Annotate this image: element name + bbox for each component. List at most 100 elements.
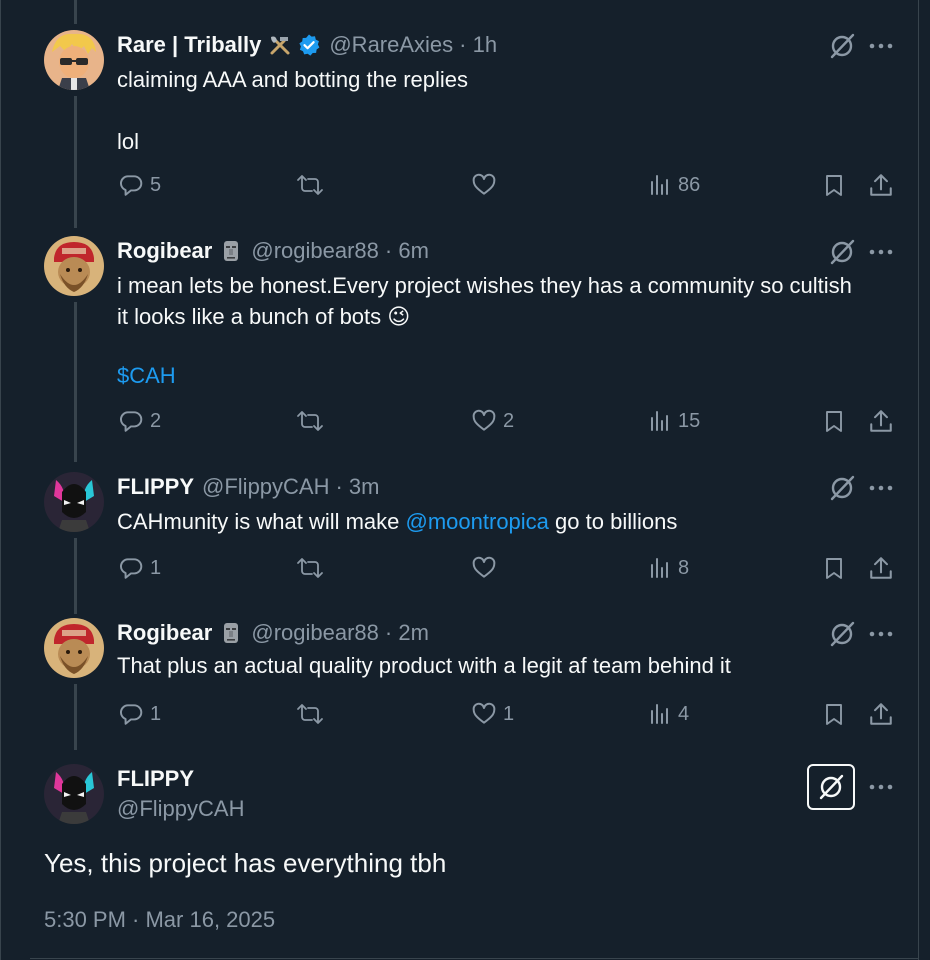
- share-icon: [870, 557, 892, 579]
- views-button[interactable]: 15: [648, 408, 700, 434]
- like-button[interactable]: [471, 172, 497, 198]
- views-icon: [651, 558, 668, 578]
- share-button[interactable]: [868, 555, 894, 581]
- avatar[interactable]: [44, 764, 104, 824]
- share-button[interactable]: [868, 701, 894, 727]
- share-button[interactable]: [868, 172, 894, 198]
- avatar[interactable]: [44, 472, 104, 532]
- retweet-button[interactable]: [296, 555, 324, 581]
- bookmark-button[interactable]: [822, 555, 846, 581]
- more-options-icon[interactable]: [868, 483, 894, 493]
- handle[interactable]: @RareAxies: [329, 32, 453, 58]
- heart-icon: [472, 702, 496, 724]
- heart-icon: [472, 173, 496, 195]
- reply-button[interactable]: 1: [118, 555, 161, 581]
- tweet-text: it looks like a bunch of bots: [117, 304, 382, 329]
- timestamp[interactable]: · 6m: [385, 238, 429, 264]
- retweet-icon: [297, 411, 323, 431]
- bookmark-icon: [826, 558, 842, 579]
- reply-button[interactable]: 1: [118, 701, 161, 727]
- views-icon: [651, 411, 668, 431]
- bookmark-button[interactable]: [822, 408, 846, 434]
- heart-icon: [472, 409, 496, 431]
- timestamp[interactable]: · 2m: [385, 620, 429, 646]
- more-options-icon[interactable]: [868, 247, 894, 257]
- tweet-text: i mean lets be honest.Every project wish…: [117, 273, 852, 298]
- reply-count: 2: [150, 409, 162, 432]
- moai-emoji-icon: [219, 621, 243, 645]
- thread-line: [74, 0, 77, 24]
- retweet-button[interactable]: [296, 408, 324, 434]
- display-name[interactable]: Rare | Tribally: [117, 32, 261, 58]
- verified-badge-icon: [297, 33, 321, 57]
- share-button[interactable]: [868, 408, 894, 434]
- more-options-icon[interactable]: [868, 782, 894, 792]
- reply-tweet[interactable]: FLIPPY @FlippyCAH · 3m CAHmunity is what…: [0, 472, 918, 604]
- reply-button[interactable]: 5: [118, 172, 161, 198]
- tweet-timestamp[interactable]: 5:30 PM · Mar 16, 2025: [44, 907, 275, 933]
- handle[interactable]: @rogibear88: [251, 238, 379, 264]
- handle[interactable]: @FlippyCAH: [117, 796, 244, 822]
- tweet-header: FLIPPY @FlippyCAH · 3m: [117, 472, 379, 502]
- retweet-button[interactable]: [296, 701, 324, 727]
- avatar[interactable]: [44, 30, 104, 90]
- reply-tweet[interactable]: Rogibear @rogibear88 · 6m i mean lets be…: [0, 236, 918, 456]
- like-button[interactable]: [471, 555, 497, 581]
- avatar[interactable]: [44, 618, 104, 678]
- views-count: 15: [678, 409, 701, 432]
- share-icon: [870, 174, 892, 196]
- reply-tweet[interactable]: Rogibear @rogibear88 · 2m That plus an a…: [0, 618, 918, 748]
- handle[interactable]: @FlippyCAH: [202, 474, 329, 500]
- display-name[interactable]: Rogibear: [117, 238, 212, 264]
- cashtag-link[interactable]: $CAH: [117, 360, 897, 391]
- moai-emoji-icon: [219, 239, 243, 263]
- grok-icon[interactable]: [828, 32, 856, 60]
- timestamp[interactable]: · 3m: [335, 474, 379, 500]
- views-button[interactable]: 86: [648, 172, 700, 198]
- divider: [30, 958, 918, 959]
- reply-icon: [119, 704, 143, 725]
- display-name[interactable]: FLIPPY: [117, 766, 194, 792]
- grok-icon[interactable]: [828, 474, 856, 502]
- retweet-icon: [297, 175, 323, 195]
- display-name[interactable]: FLIPPY: [117, 474, 194, 500]
- reply-icon: [119, 558, 143, 579]
- tweet-text: lol: [117, 129, 140, 154]
- like-button[interactable]: 1: [471, 701, 514, 727]
- wink-emoji: 😉: [387, 304, 411, 329]
- tweet-text: claiming AAA and botting the replies: [117, 67, 469, 92]
- bookmark-button[interactable]: [822, 172, 846, 198]
- like-count: 2: [503, 409, 515, 432]
- views-button[interactable]: 4: [648, 701, 689, 727]
- retweet-button[interactable]: [296, 172, 324, 198]
- like-count: 1: [503, 702, 515, 725]
- bookmark-icon: [826, 175, 842, 196]
- avatar[interactable]: [44, 236, 104, 296]
- share-icon: [870, 410, 892, 432]
- reply-count: 1: [150, 702, 162, 725]
- grok-button[interactable]: [807, 764, 855, 810]
- reply-tweet[interactable]: Rare | Tribally @RareAxies · 1h claiming…: [0, 30, 918, 220]
- heart-icon: [472, 556, 496, 578]
- reply-button[interactable]: 2: [118, 408, 161, 434]
- views-button[interactable]: 8: [648, 555, 689, 581]
- display-name[interactable]: Rogibear: [117, 620, 212, 646]
- timestamp[interactable]: · 1h: [459, 32, 497, 58]
- reply-count: 5: [150, 173, 162, 196]
- more-options-icon[interactable]: [868, 41, 894, 51]
- tweet-header: Rogibear @rogibear88 · 6m: [117, 236, 429, 266]
- tweet-text-line: it looks like a bunch of bots 😉: [117, 301, 897, 332]
- mention-link[interactable]: @moontropica: [406, 509, 549, 534]
- bookmark-button[interactable]: [822, 701, 846, 727]
- grok-icon: [819, 774, 844, 800]
- grok-icon[interactable]: [828, 238, 856, 266]
- views-count: 4: [678, 702, 690, 725]
- tools-emoji-icon: [268, 33, 292, 57]
- reply-count: 1: [150, 556, 162, 579]
- handle[interactable]: @rogibear88: [251, 620, 379, 646]
- more-options-icon[interactable]: [868, 629, 894, 639]
- share-icon: [870, 703, 892, 725]
- grok-icon[interactable]: [828, 620, 856, 648]
- views-count: 8: [678, 556, 690, 579]
- like-button[interactable]: 2: [471, 408, 514, 434]
